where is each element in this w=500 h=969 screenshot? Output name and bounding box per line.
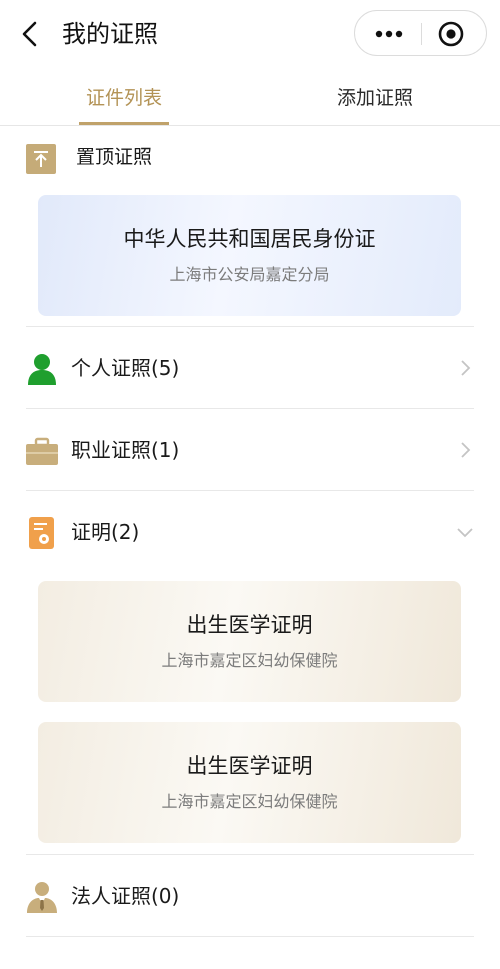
card-title: 出生医学证明 bbox=[186, 754, 313, 778]
card-title: 出生医学证明 bbox=[186, 613, 313, 637]
birth-certificate-entry[interactable]: 出生医学证明 上海市嘉定区妇幼保健院 bbox=[38, 722, 461, 843]
miniprogram-capsule bbox=[354, 10, 487, 56]
card-issuer: 上海市嘉定区妇幼保健院 bbox=[161, 651, 338, 670]
card-title: 中华人民共和国居民身份证 bbox=[123, 227, 376, 251]
chevron-right-icon bbox=[461, 442, 471, 458]
divider bbox=[26, 326, 474, 327]
card-issuer: 上海市嘉定区妇幼保健院 bbox=[161, 792, 338, 811]
pinned-section-header: 置顶证照 bbox=[0, 140, 500, 176]
category-label: 证明(2) bbox=[71, 520, 140, 544]
pinned-section-label: 置顶证照 bbox=[76, 146, 153, 168]
card-issuer: 上海市公安局嘉定分局 bbox=[169, 265, 330, 284]
category-label: 法人证照(0) bbox=[71, 884, 180, 908]
miniprogram-close-icon[interactable] bbox=[437, 20, 465, 48]
tab-add-certificate[interactable]: 添加证照 bbox=[337, 84, 413, 112]
category-professional[interactable]: 职业证照(1) bbox=[0, 422, 500, 478]
page-title: 我的证照 bbox=[62, 20, 158, 48]
category-label: 个人证照(5) bbox=[71, 356, 180, 380]
active-tab-indicator bbox=[79, 122, 169, 125]
chevron-down-icon bbox=[457, 528, 473, 538]
capsule-divider bbox=[421, 23, 422, 45]
chevron-right-icon bbox=[461, 360, 471, 376]
divider bbox=[26, 854, 474, 855]
category-personal[interactable]: 个人证照(5) bbox=[0, 340, 500, 396]
pin-top-icon bbox=[26, 144, 56, 174]
category-label: 职业证照(1) bbox=[71, 438, 180, 462]
category-certificates[interactable]: 证明(2) bbox=[0, 504, 500, 560]
divider bbox=[26, 936, 474, 937]
tab-certificate-list[interactable]: 证件列表 bbox=[86, 84, 162, 112]
certificate-icon bbox=[29, 517, 54, 549]
tab-bar: 证件列表 添加证照 bbox=[0, 76, 500, 126]
more-dots-icon[interactable] bbox=[369, 21, 409, 47]
legal-person-icon bbox=[27, 882, 57, 913]
divider bbox=[26, 490, 474, 491]
nav-bar: 我的证照 bbox=[0, 0, 500, 70]
person-icon bbox=[28, 354, 56, 385]
id-card-entry[interactable]: 中华人民共和国居民身份证 上海市公安局嘉定分局 bbox=[38, 195, 461, 316]
birth-certificate-entry[interactable]: 出生医学证明 上海市嘉定区妇幼保健院 bbox=[38, 581, 461, 702]
back-arrow-icon[interactable] bbox=[18, 20, 42, 48]
category-legal-person[interactable]: 法人证照(0) bbox=[0, 868, 500, 924]
divider bbox=[26, 408, 474, 409]
briefcase-icon bbox=[26, 437, 58, 465]
